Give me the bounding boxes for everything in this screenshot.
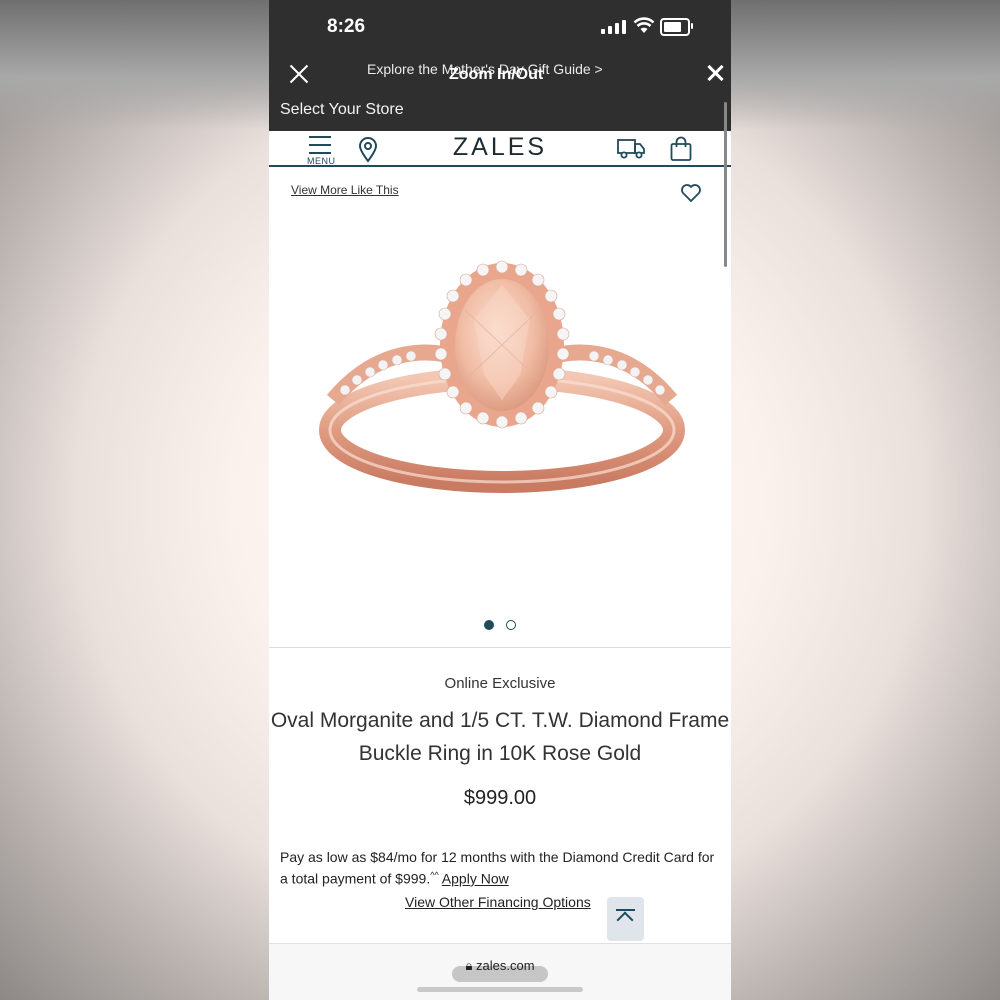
close-icon[interactable]	[287, 62, 311, 86]
product-price: $999.00	[463, 787, 537, 809]
site-header: MENU ZALES	[269, 131, 731, 167]
browser-chrome: 8:26 Explore the Mother's Day Gift Guide…	[269, 0, 731, 131]
phone-screen: 8:26 Explore the Mother's Day Gift Guide…	[269, 0, 731, 1000]
select-store-link[interactable]: Select Your Store	[280, 101, 404, 119]
truck-icon[interactable]	[616, 136, 646, 160]
zoom-overlay-text: Zoom In/Out	[449, 66, 544, 83]
home-indicator[interactable]	[417, 987, 583, 992]
signal-icon	[601, 20, 626, 34]
shopping-bag-icon[interactable]	[669, 136, 693, 162]
image-carousel-dots	[484, 620, 516, 630]
carousel-dot-2[interactable]	[506, 620, 516, 630]
online-exclusive-badge: Online Exclusive	[444, 675, 556, 692]
divider	[269, 647, 731, 648]
lock-icon: 🔒︎	[465, 958, 473, 973]
heart-icon[interactable]	[680, 183, 702, 203]
financing-info: Pay as low as $84/mo for 12 months with …	[280, 848, 725, 888]
url-text: zales.com	[476, 958, 535, 973]
wifi-icon	[633, 17, 655, 33]
close-banner-icon[interactable]	[706, 64, 724, 82]
back-to-top-icon[interactable]	[607, 897, 644, 941]
product-title: Oval Morganite and 1/5 CT. T.W. Diamond …	[270, 709, 730, 765]
view-more-like-this-link[interactable]: View More Like This	[291, 183, 399, 197]
browser-address-bar: 🔒︎ zales.com	[269, 943, 731, 1000]
status-time: 8:26	[327, 16, 366, 37]
url-display[interactable]: 🔒︎ zales.com	[269, 958, 731, 974]
view-other-financing-link[interactable]: View Other Financing Options	[405, 894, 591, 910]
financing-footnote-mark: ^^	[430, 870, 439, 880]
product-image[interactable]	[315, 250, 690, 510]
battery-icon	[660, 18, 693, 36]
carousel-dot-1[interactable]	[484, 620, 494, 630]
zales-logo[interactable]: ZALES	[269, 133, 731, 162]
apply-now-link[interactable]: Apply Now	[442, 871, 509, 887]
scrollbar[interactable]	[724, 102, 727, 267]
